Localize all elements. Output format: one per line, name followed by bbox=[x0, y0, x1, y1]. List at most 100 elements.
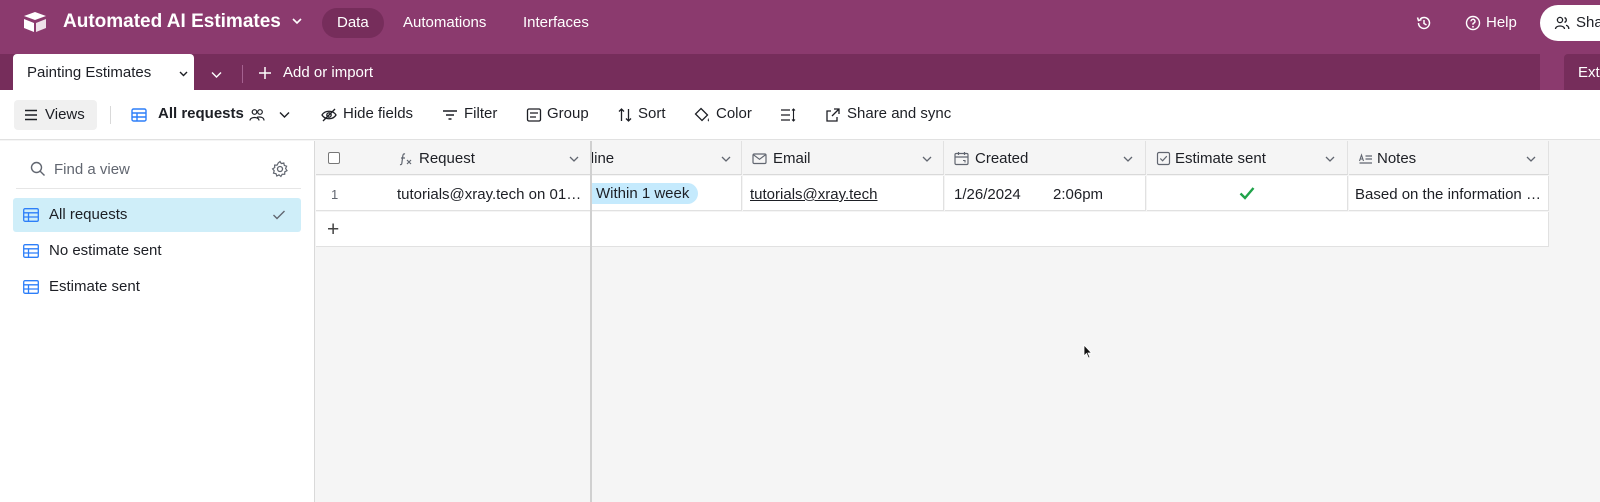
data-grid: Request Timeline Email Created Estimate … bbox=[316, 141, 1600, 502]
color-button[interactable]: Color bbox=[716, 105, 752, 122]
current-view-name[interactable]: All requests bbox=[158, 105, 244, 122]
add-row-strip[interactable] bbox=[592, 212, 1549, 247]
sort-icon bbox=[618, 108, 632, 122]
chevron-down-icon[interactable] bbox=[210, 68, 223, 81]
column-header-request[interactable]: Request bbox=[316, 141, 591, 175]
gear-icon[interactable] bbox=[271, 160, 289, 178]
paint-bucket-icon bbox=[694, 107, 709, 122]
chevron-down-icon[interactable] bbox=[720, 153, 732, 165]
nav-data[interactable]: Data bbox=[322, 8, 384, 38]
search-icon bbox=[30, 161, 45, 176]
chevron-down-icon[interactable] bbox=[290, 14, 304, 28]
views-button[interactable]: Views bbox=[14, 100, 97, 130]
chevron-down-icon[interactable] bbox=[1122, 153, 1134, 165]
extensions-label: Extensions bbox=[1578, 64, 1600, 81]
column-header-created[interactable]: Created bbox=[945, 141, 1146, 175]
grid-view-icon bbox=[23, 280, 39, 294]
grid-view-icon bbox=[23, 208, 39, 222]
table-row[interactable]: 1 tutorials@xray.tech on 01/26/2024 bbox=[316, 176, 591, 211]
nav-automations[interactable]: Automations bbox=[388, 8, 501, 38]
select-all-checkbox[interactable] bbox=[328, 152, 340, 164]
sidebar-item-estimate-sent[interactable]: Estimate sent bbox=[13, 270, 301, 304]
estimate-sent-cell[interactable] bbox=[1147, 176, 1348, 211]
row-height-icon[interactable] bbox=[780, 107, 796, 123]
created-date: 1/26/2024 bbox=[954, 186, 1021, 203]
add-or-import-button[interactable]: Add or import bbox=[283, 64, 373, 81]
checkbox-field-icon bbox=[1156, 151, 1171, 166]
chevron-down-icon[interactable] bbox=[568, 153, 580, 165]
divider bbox=[16, 188, 301, 189]
check-icon bbox=[1239, 187, 1255, 200]
timeline-cell[interactable]: Within 1 week bbox=[592, 176, 742, 211]
chevron-down-icon[interactable] bbox=[1525, 153, 1537, 165]
group-icon bbox=[526, 108, 542, 122]
help-button[interactable]: Help bbox=[1486, 14, 1517, 31]
chevron-down-icon[interactable] bbox=[921, 153, 933, 165]
check-icon bbox=[273, 210, 285, 220]
base-name[interactable]: Automated AI Estimates bbox=[63, 11, 281, 33]
table-tab-bar: Painting Estimates Add or import bbox=[0, 46, 1600, 90]
column-label: Request bbox=[419, 150, 475, 167]
nav-interfaces[interactable]: Interfaces bbox=[508, 8, 604, 38]
created-cell[interactable]: 1/26/2024 2:06pm bbox=[945, 176, 1146, 211]
add-row-plus: + bbox=[327, 218, 340, 241]
hide-fields-icon bbox=[321, 108, 337, 122]
calendar-icon bbox=[954, 152, 969, 166]
column-header-estimate-sent[interactable]: Estimate sent bbox=[1147, 141, 1348, 175]
row-number: 1 bbox=[331, 187, 339, 202]
share-label: Share bbox=[1576, 14, 1600, 31]
external-link-icon bbox=[826, 108, 840, 122]
add-row[interactable]: + bbox=[316, 212, 591, 247]
notes-cell[interactable]: Based on the information provided bbox=[1349, 176, 1549, 211]
view-toolbar: Views All requests Hide fields Filter Gr… bbox=[0, 90, 1600, 140]
group-button[interactable]: Group bbox=[547, 105, 589, 122]
sidebar-item-no-estimate-sent[interactable]: No estimate sent bbox=[13, 234, 301, 268]
chevron-down-icon[interactable] bbox=[278, 108, 291, 121]
users-icon bbox=[1554, 16, 1570, 30]
help-icon[interactable] bbox=[1465, 15, 1481, 31]
column-label: Estimate sent bbox=[1175, 150, 1266, 167]
views-label: Views bbox=[45, 106, 85, 123]
column-label: Created bbox=[975, 150, 1029, 167]
column-header-timeline[interactable]: Timeline bbox=[592, 141, 742, 175]
email-cell[interactable]: tutorials@xray.tech bbox=[743, 176, 944, 211]
tab-painting-estimates[interactable]: Painting Estimates bbox=[13, 54, 194, 90]
divider bbox=[242, 65, 243, 83]
collaborative-view-icon bbox=[249, 109, 265, 121]
tab-label: Painting Estimates bbox=[27, 64, 152, 81]
email-link[interactable]: tutorials@xray.tech bbox=[750, 186, 878, 203]
request-cell: tutorials@xray.tech on 01/26/2024 bbox=[397, 186, 585, 203]
long-text-icon bbox=[1358, 153, 1372, 164]
hide-fields-button[interactable]: Hide fields bbox=[343, 105, 413, 122]
column-header-notes[interactable]: Notes bbox=[1349, 141, 1549, 175]
view-label: Estimate sent bbox=[49, 278, 140, 295]
table-tab-strip bbox=[0, 54, 1540, 90]
base-logo-icon[interactable] bbox=[22, 10, 48, 34]
extensions-tab[interactable]: Extensions bbox=[1564, 54, 1600, 90]
sort-button[interactable]: Sort bbox=[638, 105, 666, 122]
sidebar-item-all-requests[interactable]: All requests bbox=[13, 198, 301, 232]
grid-view-icon bbox=[23, 244, 39, 258]
column-header-email[interactable]: Email bbox=[743, 141, 944, 175]
chevron-down-icon[interactable] bbox=[1324, 153, 1336, 165]
column-label: Notes bbox=[1377, 150, 1417, 167]
top-bar: Automated AI Estimates Data Automations … bbox=[0, 0, 1600, 46]
notes-text: Based on the information provided bbox=[1355, 186, 1543, 203]
divider bbox=[110, 106, 111, 124]
email-icon bbox=[752, 153, 767, 165]
plus-icon[interactable] bbox=[257, 65, 273, 81]
share-and-sync-button[interactable]: Share and sync bbox=[847, 105, 951, 122]
history-icon[interactable] bbox=[1415, 14, 1433, 32]
frozen-column-divider[interactable] bbox=[590, 141, 592, 502]
view-label: No estimate sent bbox=[49, 242, 162, 259]
column-label: Timeline bbox=[592, 150, 615, 167]
views-sidebar: All requests No estimate sent Estimate s… bbox=[0, 141, 315, 502]
mouse-cursor-icon bbox=[1083, 344, 1093, 359]
created-time: 2:06pm bbox=[1053, 186, 1104, 203]
chevron-down-icon[interactable] bbox=[178, 68, 189, 79]
find-view-input[interactable] bbox=[54, 155, 254, 183]
menu-icon bbox=[25, 109, 37, 121]
share-button[interactable]: Share bbox=[1540, 5, 1600, 41]
filter-button[interactable]: Filter bbox=[464, 105, 497, 122]
timeline-pill: Within 1 week bbox=[592, 183, 699, 204]
